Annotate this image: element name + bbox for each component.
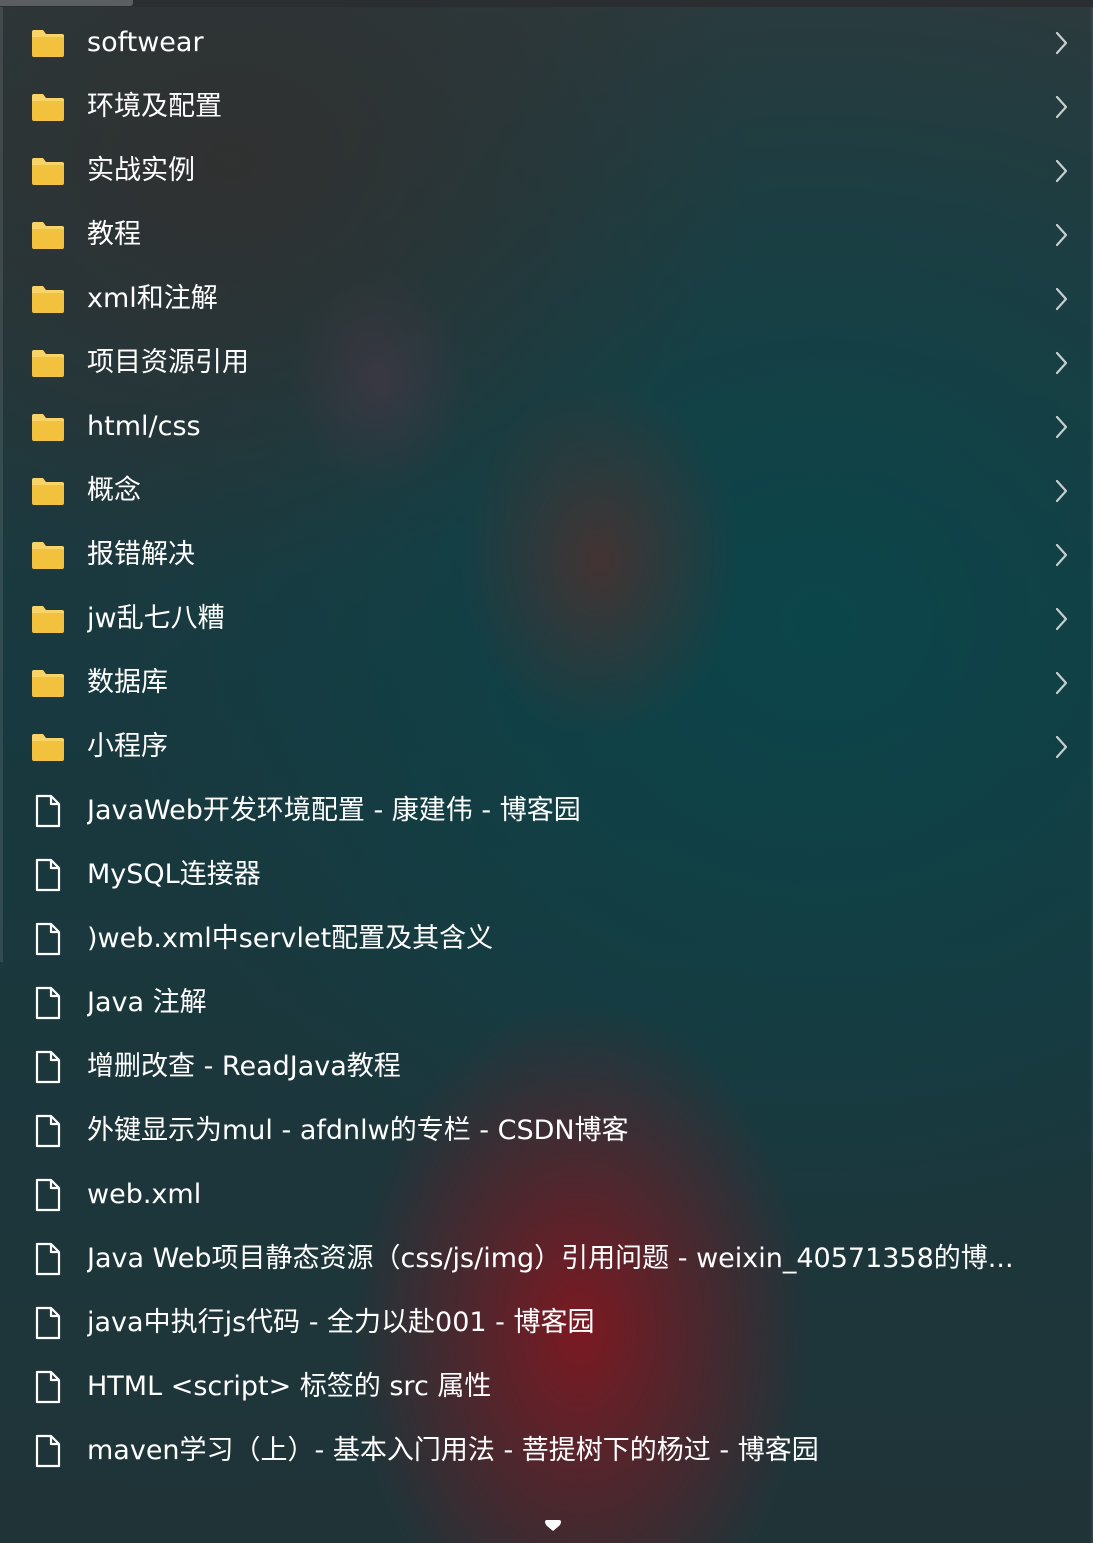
bookmark-label: HTML <script> 标签的 src 属性 xyxy=(87,1371,492,1402)
bookmark-label: MySQL连接器 xyxy=(87,859,261,890)
page-icon xyxy=(31,1434,65,1468)
folder-menu-item[interactable]: jw乱七八糟 xyxy=(0,587,1093,651)
folder-icon xyxy=(31,602,65,636)
folder-label: 小程序 xyxy=(87,731,168,762)
chevron-right-icon xyxy=(1052,222,1070,248)
page-icon xyxy=(31,1370,65,1404)
top-tab-edge xyxy=(0,0,133,6)
folder-label: xml和注解 xyxy=(87,283,218,314)
folder-icon xyxy=(31,410,65,444)
folder-label: 数据库 xyxy=(87,667,168,698)
folder-icon xyxy=(31,538,65,572)
scroll-down-icon[interactable] xyxy=(543,1518,563,1533)
page-icon xyxy=(31,1114,65,1148)
folder-label: 教程 xyxy=(87,219,141,250)
folder-label: 项目资源引用 xyxy=(87,347,249,378)
folder-menu-item[interactable]: 小程序 xyxy=(0,715,1093,779)
bookmark-label: maven学习（上）- 基本入门用法 - 菩提树下的杨过 - 博客园 xyxy=(87,1435,819,1466)
bookmark-menu-item[interactable]: JavaWeb开发环境配置 - 康建伟 - 博客园 xyxy=(0,779,1093,843)
chevron-right-icon xyxy=(1052,286,1070,312)
folder-menu-item[interactable]: 教程 xyxy=(0,203,1093,267)
bookmark-menu-item[interactable]: Java 注解 xyxy=(0,971,1093,1035)
bookmark-label: )web.xml中servlet配置及其含义 xyxy=(87,923,494,954)
folder-icon xyxy=(31,218,65,252)
bookmark-label: Java Web项目静态资源（css/js/img）引用问题 - weixin_… xyxy=(87,1243,1014,1274)
chevron-right-icon xyxy=(1052,670,1070,696)
folder-label: 概念 xyxy=(87,475,141,506)
bookmark-menu-item[interactable]: )web.xml中servlet配置及其含义 xyxy=(0,907,1093,971)
bookmark-label: JavaWeb开发环境配置 - 康建伟 - 博客园 xyxy=(87,795,581,826)
bookmark-menu-item[interactable]: HTML <script> 标签的 src 属性 xyxy=(0,1355,1093,1419)
folder-icon xyxy=(31,730,65,764)
folder-label: 报错解决 xyxy=(87,539,195,570)
folder-label: softwear xyxy=(87,27,204,58)
top-strip xyxy=(0,0,1093,7)
chevron-right-icon xyxy=(1052,734,1070,760)
chevron-right-icon xyxy=(1052,158,1070,184)
folder-icon xyxy=(31,666,65,700)
chevron-right-icon xyxy=(1052,94,1070,120)
page-icon xyxy=(31,986,65,1020)
bookmark-label: 增删改查 - ReadJava教程 xyxy=(87,1051,401,1082)
bookmark-label: Java 注解 xyxy=(87,987,207,1018)
bookmark-label: java中执行js代码 - 全力以赴001 - 博客园 xyxy=(87,1307,595,1338)
bookmark-menu-item[interactable]: 外键显示为mul - afdnlw的专栏 - CSDN博客 xyxy=(0,1099,1093,1163)
bookmark-label: web.xml xyxy=(87,1179,202,1210)
bookmark-label: 外键显示为mul - afdnlw的专栏 - CSDN博客 xyxy=(87,1115,629,1146)
page-icon xyxy=(31,922,65,956)
folder-label: jw乱七八糟 xyxy=(87,603,225,634)
folder-icon xyxy=(31,90,65,124)
page-icon xyxy=(31,858,65,892)
folder-icon xyxy=(31,282,65,316)
folder-icon xyxy=(31,346,65,380)
page-icon xyxy=(31,1306,65,1340)
folder-menu-item[interactable]: 数据库 xyxy=(0,651,1093,715)
chevron-right-icon xyxy=(1052,414,1070,440)
bookmark-menu-item[interactable]: web.xml xyxy=(0,1163,1093,1227)
bookmark-menu-item[interactable]: 增删改查 - ReadJava教程 xyxy=(0,1035,1093,1099)
bookmark-menu-item[interactable]: MySQL连接器 xyxy=(0,843,1093,907)
folder-label: html/css xyxy=(87,411,201,442)
chevron-right-icon xyxy=(1052,542,1070,568)
folder-menu-item[interactable]: 概念 xyxy=(0,459,1093,523)
bookmark-menu-item[interactable]: Java Web项目静态资源（css/js/img）引用问题 - weixin_… xyxy=(0,1227,1093,1291)
chevron-right-icon xyxy=(1052,350,1070,376)
folder-menu-item[interactable]: 项目资源引用 xyxy=(0,331,1093,395)
folder-menu-item[interactable]: 实战实例 xyxy=(0,139,1093,203)
chevron-right-icon xyxy=(1052,30,1070,56)
folder-menu-item[interactable]: 环境及配置 xyxy=(0,75,1093,139)
bookmarks-dropdown-menu: softwear 环境及配置实战实例教程 xml和注解 项目资源引用 html/css 概… xyxy=(0,11,1093,1483)
folder-label: 环境及配置 xyxy=(87,91,222,122)
folder-label: 实战实例 xyxy=(87,155,195,186)
page-icon xyxy=(31,794,65,828)
folder-icon xyxy=(31,474,65,508)
folder-menu-item[interactable]: softwear xyxy=(0,11,1093,75)
page-icon xyxy=(31,1242,65,1276)
bookmark-menu-item[interactable]: java中执行js代码 - 全力以赴001 - 博客园 xyxy=(0,1291,1093,1355)
folder-icon xyxy=(31,154,65,188)
chevron-right-icon xyxy=(1052,478,1070,504)
folder-icon xyxy=(31,26,65,60)
chevron-right-icon xyxy=(1052,606,1070,632)
folder-menu-item[interactable]: 报错解决 xyxy=(0,523,1093,587)
page-icon xyxy=(31,1050,65,1084)
folder-menu-item[interactable]: xml和注解 xyxy=(0,267,1093,331)
bookmark-menu-item[interactable]: maven学习（上）- 基本入门用法 - 菩提树下的杨过 - 博客园 xyxy=(0,1419,1093,1483)
page-icon xyxy=(31,1178,65,1212)
folder-menu-item[interactable]: html/css xyxy=(0,395,1093,459)
